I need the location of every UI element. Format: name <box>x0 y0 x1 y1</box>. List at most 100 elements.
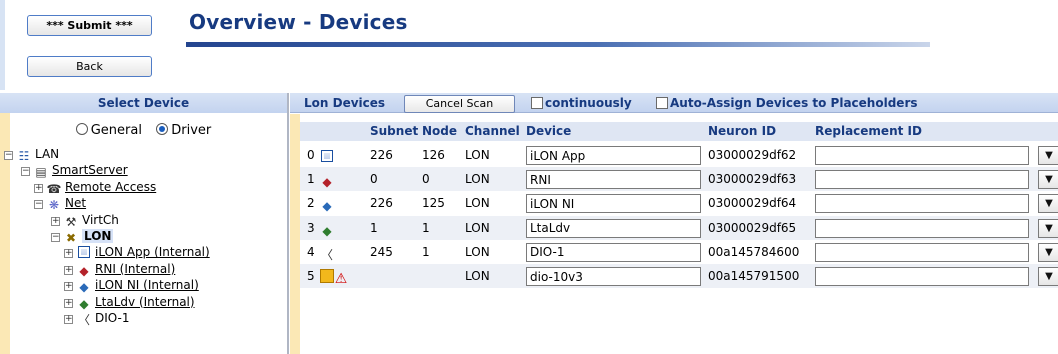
expand-icon[interactable]: + <box>51 216 60 226</box>
ilon-ni-icon: ◆ <box>322 199 332 214</box>
replacement-id-input[interactable] <box>815 218 1029 238</box>
net-icon: ❋ <box>48 198 60 213</box>
neuron-id-cell: 03000029df62 <box>708 148 797 162</box>
device-name-input[interactable] <box>526 146 701 165</box>
expand-icon[interactable]: + <box>64 282 73 292</box>
cancel-scan-button[interactable]: Cancel Scan <box>404 95 515 113</box>
dio-icon: 〈 <box>320 247 333 262</box>
table-row: 2 ◆ 226 125 LON 03000029df64 ▼ <box>300 191 1058 215</box>
replacement-id-input[interactable] <box>815 146 1029 165</box>
replacement-dropdown-button[interactable]: ▼ <box>1038 170 1058 190</box>
header-node: Node <box>422 124 458 138</box>
tree-node-label: Remote Access <box>65 179 157 194</box>
tree-node-dio-1[interactable]: + 〈 DIO-1 <box>64 310 130 327</box>
row-index: 4 <box>307 244 315 259</box>
device-name-input[interactable] <box>526 170 701 190</box>
neuron-id-cell: 00a145791500 <box>708 269 800 283</box>
replacement-dropdown-button[interactable]: ▼ <box>1038 267 1058 286</box>
device-icon-cell <box>320 147 334 163</box>
back-button[interactable]: Back <box>27 56 152 77</box>
tree-node-label: VirtCh <box>82 212 119 227</box>
collapse-icon[interactable]: − <box>34 200 43 210</box>
collapse-icon[interactable]: − <box>4 151 13 160</box>
tree-node-label: RNI (Internal) <box>95 261 176 276</box>
ltaldv-icon: ◆ <box>322 223 332 238</box>
tree-node-lon[interactable]: − ✖ LON <box>51 228 114 245</box>
submit-button[interactable]: *** Submit *** <box>27 15 152 36</box>
replacement-dropdown-button[interactable]: ▼ <box>1038 146 1058 165</box>
auto-assign-option[interactable]: Auto-Assign Devices to Placeholders <box>656 96 918 110</box>
replacement-id-input[interactable] <box>815 194 1029 214</box>
tree-node-ilon-app-internal[interactable]: + iLON App (Internal) <box>64 244 210 260</box>
table-row: 5 ⚠ LON 00a145791500 ▼ <box>300 264 1058 288</box>
device-name-input[interactable] <box>526 194 701 214</box>
neuron-id-cell: 03000029df65 <box>708 220 797 235</box>
expand-icon[interactable]: + <box>34 183 43 193</box>
tree-node-label: DIO-1 <box>95 311 130 325</box>
device-icon-cell: 〈 <box>320 244 334 262</box>
tree-node-ilon-ni-internal[interactable]: + ◆ iLON NI (Internal) <box>64 277 199 295</box>
continuously-option[interactable]: continuously <box>531 96 632 110</box>
row-index: 1 <box>307 172 315 187</box>
replacement-dropdown-button[interactable]: ▼ <box>1038 218 1058 238</box>
neuron-id-cell: 03000029df63 <box>708 172 797 187</box>
replacement-id-input[interactable] <box>815 267 1029 286</box>
node-cell: 1 <box>422 220 430 235</box>
radio-driver[interactable]: Driver <box>156 123 211 138</box>
device-icon-cell: ◆ <box>320 195 334 214</box>
tree-node-label: Net <box>65 196 87 211</box>
table-row: 4 〈 245 1 LON 00a145784600 ▼ <box>300 240 1058 264</box>
ilon-ni-icon: ◆ <box>79 280 89 295</box>
page-title: Overview - Devices <box>189 10 408 34</box>
tree-node-rni-internal[interactable]: + ◆ RNI (Internal) <box>64 261 176 278</box>
tree-node-virtch[interactable]: + ⚒ VirtCh <box>51 212 119 229</box>
device-name-input[interactable] <box>526 242 701 262</box>
expand-icon[interactable]: + <box>64 249 73 259</box>
server-icon: ▤ <box>35 165 47 180</box>
channel-cell: LON <box>465 269 490 283</box>
radio-general-label: General <box>90 123 142 138</box>
table-row: 0 226 126 LON 03000029df62 ▼ <box>300 143 1058 167</box>
rni-icon: ◆ <box>79 263 89 278</box>
replacement-id-input[interactable] <box>815 242 1029 262</box>
expand-icon[interactable]: + <box>64 265 73 275</box>
virtual-channel-icon: ⚒ <box>65 214 77 229</box>
tree-node-ltaldv-internal[interactable]: + ◆ LtaLdv (Internal) <box>64 294 195 311</box>
collapse-icon[interactable]: − <box>21 167 30 177</box>
view-mode-radios: General Driver <box>0 123 287 138</box>
replacement-dropdown-button[interactable]: ▼ <box>1038 194 1058 214</box>
row-index: 5 <box>307 269 315 283</box>
replacement-dropdown-button[interactable]: ▼ <box>1038 242 1058 262</box>
neuron-id-cell: 00a145784600 <box>708 244 800 259</box>
tree-node-label: SmartServer <box>52 163 128 178</box>
tree-node-lan[interactable]: − ☷ LAN <box>4 146 59 163</box>
expand-icon[interactable]: + <box>64 315 73 324</box>
unconfigured-device-icon <box>320 269 334 283</box>
replacement-id-input[interactable] <box>815 170 1029 190</box>
ltaldv-icon: ◆ <box>79 296 89 311</box>
tree-node-smartserver[interactable]: − ▤ SmartServer <box>21 162 128 180</box>
device-name-input[interactable] <box>526 267 701 286</box>
table-row: 3 ◆ 1 1 LON 03000029df65 ▼ <box>300 215 1058 240</box>
subnet-cell: 226 <box>370 196 393 211</box>
device-name-input[interactable] <box>526 218 701 238</box>
radio-general-circle[interactable] <box>75 123 88 135</box>
tree-node-label: LON <box>82 229 114 243</box>
auto-assign-checkbox[interactable] <box>656 97 668 109</box>
tree-node-remote-access[interactable]: + ☎ Remote Access <box>34 179 157 196</box>
header-accent-strip <box>0 0 5 90</box>
row-index: 3 <box>307 220 315 235</box>
neuron-id-cell: 03000029df64 <box>708 196 797 211</box>
page-header: *** Submit *** Back Overview - Devices <box>0 0 1058 90</box>
ilon-app-icon <box>320 150 334 164</box>
row-index: 0 <box>307 148 315 162</box>
auto-assign-label: Auto-Assign Devices to Placeholders <box>670 96 918 110</box>
node-cell: 0 <box>422 172 430 187</box>
radio-general[interactable]: General <box>75 123 142 138</box>
radio-driver-circle[interactable] <box>156 123 169 135</box>
collapse-icon[interactable]: − <box>51 233 60 242</box>
tree-node-label: iLON NI (Internal) <box>95 278 199 293</box>
tree-node-net[interactable]: − ❋ Net <box>34 195 87 213</box>
expand-icon[interactable]: + <box>64 298 73 308</box>
continuously-checkbox[interactable] <box>531 97 543 109</box>
